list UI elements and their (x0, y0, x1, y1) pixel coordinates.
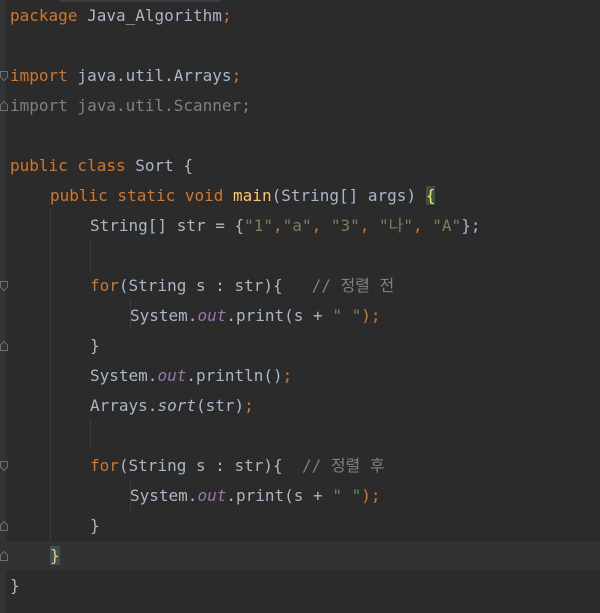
code-line-class-declaration[interactable]: public class Sort { (10, 151, 193, 181)
method-call: .print(s + (226, 486, 333, 505)
array-close: }; (461, 216, 481, 235)
code-line-import-arrays[interactable]: import java.util.Arrays; (10, 61, 241, 91)
code-line-class-close[interactable]: } (10, 571, 20, 601)
code-line-import-scanner[interactable]: import java.util.Scanner; (10, 91, 251, 121)
comment: // 정렬 후 (301, 456, 385, 475)
fold-marker-icon[interactable] (0, 341, 8, 351)
matched-brace: } (50, 546, 60, 565)
static-field: out (197, 306, 227, 325)
statement-end: ); (361, 306, 381, 325)
declaration: String[] str = { (90, 216, 245, 235)
static-method: sort (157, 396, 196, 415)
class-ref: Arrays. (90, 396, 158, 415)
loop-header: (String s : str){ (118, 276, 312, 295)
close-brace: } (90, 336, 100, 355)
fold-marker-icon[interactable] (0, 521, 8, 531)
package-name: Java_Algorithm (77, 6, 222, 25)
fold-marker-icon[interactable] (0, 461, 8, 471)
fold-marker-icon[interactable] (0, 71, 8, 81)
class-ref: System. (90, 366, 158, 385)
string-literal: "A" (432, 216, 462, 235)
static-field: out (157, 366, 187, 385)
semicolon: ; (221, 6, 232, 25)
keyword: public (50, 186, 108, 205)
code-line-close-brace[interactable]: } (90, 511, 100, 541)
keyword: void (175, 186, 224, 205)
semicolon: ; (231, 66, 242, 85)
comma: , (413, 216, 433, 235)
class-ref: System. (130, 486, 198, 505)
comma: , (359, 216, 380, 235)
string-literal: "3" (330, 216, 360, 235)
indent-guide (90, 420, 91, 450)
close-brace: } (10, 576, 20, 595)
code-editor[interactable]: package Java_Algorithm; import java.util… (0, 0, 600, 613)
code-line-close-brace[interactable]: } (90, 331, 100, 361)
comma: , (311, 216, 331, 235)
string-literal: "나" (379, 216, 414, 235)
class-ref: System. (130, 306, 198, 325)
code-line-print[interactable]: System.out.print(s + " "); (130, 301, 380, 331)
loop-header: (String s : str){ (118, 456, 302, 475)
string-literal: " " (332, 486, 362, 505)
method-call: .println() (186, 366, 283, 385)
code-line-sort[interactable]: Arrays.sort(str); (90, 391, 254, 421)
indent-guide (50, 210, 51, 540)
code-line-print[interactable]: System.out.print(s + " "); (130, 481, 380, 511)
code-line-package[interactable]: package Java_Algorithm; (10, 1, 232, 31)
comment: // 정렬 전 (311, 276, 395, 295)
semicolon: ; (282, 366, 293, 385)
code-line-for-loop-after[interactable]: for(String s : str){ // 정렬 후 (90, 451, 385, 481)
string-literal: " " (332, 306, 362, 325)
method-call: .print(s + (226, 306, 333, 325)
current-line-highlight (0, 541, 600, 570)
method-call: (str) (195, 396, 245, 415)
method-name: main (223, 186, 272, 205)
code-line-main-method[interactable]: public static void main(String[] args) { (50, 181, 436, 211)
keyword: import (10, 66, 68, 85)
code-line-array-declaration[interactable]: String[] str = {"1","a", "3", "나", "A"}; (90, 211, 480, 241)
close-brace: } (90, 516, 100, 535)
keyword: for (90, 276, 119, 295)
method-params: (String[] args) (271, 186, 426, 205)
static-field: out (197, 486, 227, 505)
import-path: java.util.Arrays (67, 66, 232, 85)
fold-marker-icon[interactable] (0, 281, 8, 291)
keyword: class (67, 156, 126, 175)
code-line-println[interactable]: System.out.println(); (90, 361, 292, 391)
string-literal: "1" (244, 216, 274, 235)
fold-marker-icon[interactable] (0, 551, 8, 561)
keyword: static (107, 186, 176, 205)
string-literal: "a" (282, 216, 312, 235)
class-name: Sort { (125, 156, 194, 175)
comma: , (273, 216, 283, 235)
fold-marker-icon[interactable] (0, 101, 8, 111)
matched-brace: { (425, 186, 436, 205)
statement-end: ); (361, 486, 381, 505)
keyword: package (10, 6, 78, 25)
keyword: public (10, 156, 68, 175)
semicolon: ; (244, 396, 254, 415)
code-line-main-close[interactable]: } (50, 541, 60, 571)
unused-import: import java.util.Scanner; (10, 96, 251, 115)
code-line-for-loop-before[interactable]: for(String s : str){ // 정렬 전 (90, 271, 394, 301)
keyword: for (90, 456, 119, 475)
indent-guide (90, 240, 91, 270)
